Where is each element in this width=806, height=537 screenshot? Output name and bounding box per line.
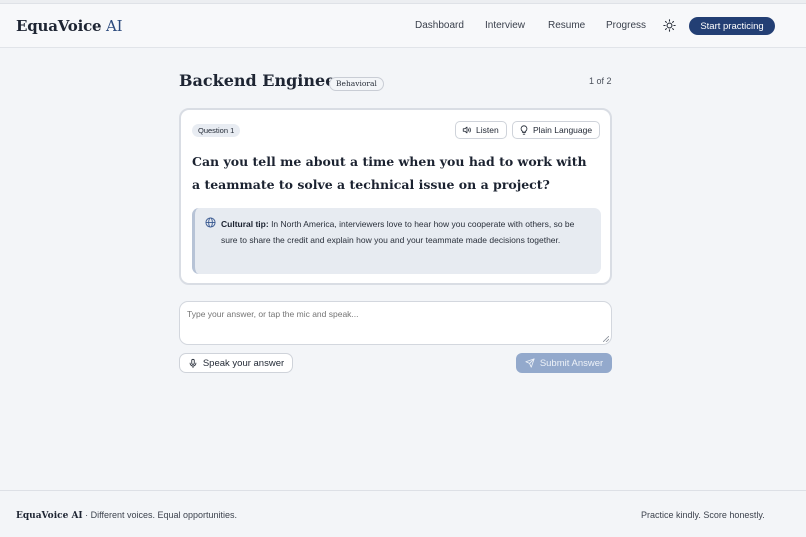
speak-answer-button[interactable]: Speak your answer (179, 353, 293, 373)
sun-icon[interactable] (663, 19, 676, 32)
plain-language-button[interactable]: Plain Language (512, 121, 601, 139)
question-text: Can you tell me about a time when you ha… (192, 154, 587, 192)
nav-interview[interactable]: Interview (485, 20, 525, 31)
answer-box (179, 301, 612, 345)
nav-dashboard[interactable]: Dashboard (415, 20, 464, 31)
footer-right: Practice kindly. Score honestly. (641, 510, 765, 520)
answer-input[interactable] (180, 302, 611, 344)
start-practicing-button[interactable]: Start practicing (689, 17, 775, 35)
speak-answer-label: Speak your answer (202, 357, 285, 369)
globe-icon (205, 217, 216, 228)
question-card: Question 1 Listen Plain Language Can you… (179, 108, 612, 285)
app-logo[interactable]: EquaVoice AI (16, 17, 123, 35)
microphone-icon (189, 358, 197, 368)
logo-text: EquaVoice (16, 17, 102, 35)
cultural-tip: Cultural tip: In North America, intervie… (192, 208, 601, 274)
page-title: Backend Engineer (179, 71, 344, 90)
footer-tagline: · Different voices. Equal opportunities. (82, 510, 238, 520)
question-counter: 1 of 2 (589, 76, 612, 86)
nav-resume[interactable]: Resume (548, 20, 585, 31)
footer-left: EquaVoice AI · Different voices. Equal o… (16, 510, 237, 521)
logo-ai-text: AI (101, 17, 123, 35)
send-icon (525, 358, 535, 368)
lightbulb-icon (520, 125, 528, 135)
listen-label: Listen (476, 125, 499, 135)
cultural-tip-text: Cultural tip: In North America, intervie… (221, 217, 591, 248)
cultural-tip-label: Cultural tip: (221, 219, 269, 229)
submit-answer-label: Submit Answer (539, 357, 604, 369)
submit-answer-button[interactable]: Submit Answer (516, 353, 612, 373)
footer-brand: EquaVoice AI (16, 511, 83, 521)
top-nav-bar: EquaVoice AI Dashboard Interview Resume … (0, 4, 806, 48)
footer: EquaVoice AI · Different voices. Equal o… (0, 490, 806, 537)
category-tag: Behavioral (329, 77, 384, 91)
cultural-tip-body: In North America, interviewers love to h… (221, 219, 575, 245)
resize-handle-icon[interactable] (603, 336, 609, 342)
speaker-icon (462, 126, 471, 134)
question-number-badge: Question 1 (192, 124, 241, 137)
listen-button[interactable]: Listen (455, 121, 507, 139)
nav-progress[interactable]: Progress (606, 20, 646, 31)
plain-language-label: Plain Language (533, 125, 593, 135)
